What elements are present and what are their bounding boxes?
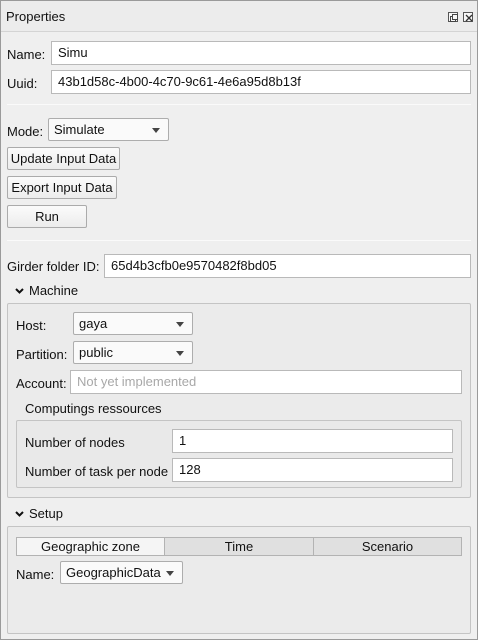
geographic-data-select-value: GeographicData xyxy=(66,565,161,580)
mode-label: Mode: xyxy=(7,124,44,139)
uuid-label: Uuid: xyxy=(7,76,38,91)
name-label: Name: xyxy=(7,47,46,62)
mode-select-value: Simulate xyxy=(54,122,105,137)
host-select[interactable]: gaya xyxy=(73,312,193,335)
account-input[interactable]: Not yet implemented xyxy=(70,370,462,394)
separator xyxy=(7,104,471,105)
separator xyxy=(7,240,471,241)
nodes-input[interactable]: 1 xyxy=(172,429,453,453)
chevron-down-icon xyxy=(166,571,174,576)
machine-section-toggle[interactable]: Machine xyxy=(15,283,78,298)
nodes-label: Number of nodes xyxy=(25,435,125,450)
uuid-input[interactable]: 43b1d58c-4b00-4c70-9c61-4e6a95d8b13f xyxy=(51,70,471,94)
name-input[interactable]: Simu xyxy=(51,41,471,65)
chevron-down-icon xyxy=(152,128,160,133)
geographic-data-select[interactable]: GeographicData xyxy=(60,561,183,584)
title-bar xyxy=(1,1,477,32)
tab-geographic-zone[interactable]: Geographic zone xyxy=(16,537,165,556)
machine-title: Machine xyxy=(29,283,79,298)
setup-title: Setup xyxy=(29,506,63,521)
chevron-down-icon xyxy=(176,351,184,356)
tasks-per-node-input[interactable]: 128 xyxy=(172,458,453,482)
mode-select[interactable]: Simulate xyxy=(48,118,169,141)
close-icon[interactable] xyxy=(463,12,473,22)
setup-section-toggle[interactable]: Setup xyxy=(15,506,63,521)
undock-icon[interactable] xyxy=(448,12,458,22)
host-label: Host: xyxy=(16,318,47,333)
tab-scenario[interactable]: Scenario xyxy=(313,537,462,556)
panel-title: Properties xyxy=(6,9,66,24)
tab-time[interactable]: Time xyxy=(164,537,314,556)
setup-name-label: Name: xyxy=(16,567,55,582)
girder-folder-input[interactable]: 65d4b3cfb0e9570482f8bd05 xyxy=(104,254,471,278)
computing-resources-title: Computings ressources xyxy=(25,401,162,416)
chevron-down-icon xyxy=(176,322,184,327)
chevron-down-icon xyxy=(15,288,24,294)
export-input-data-button[interactable]: Export Input Data xyxy=(7,176,117,199)
host-select-value: gaya xyxy=(79,316,108,331)
account-label: Account: xyxy=(16,376,67,391)
run-button[interactable]: Run xyxy=(7,205,87,228)
partition-select[interactable]: public xyxy=(73,341,193,364)
update-input-data-button[interactable]: Update Input Data xyxy=(7,147,120,170)
partition-label: Partition: xyxy=(16,347,68,362)
partition-select-value: public xyxy=(79,345,113,360)
girder-folder-label: Girder folder ID: xyxy=(7,259,100,274)
chevron-down-icon xyxy=(15,511,24,517)
tasks-per-node-label: Number of task per node xyxy=(25,464,169,479)
